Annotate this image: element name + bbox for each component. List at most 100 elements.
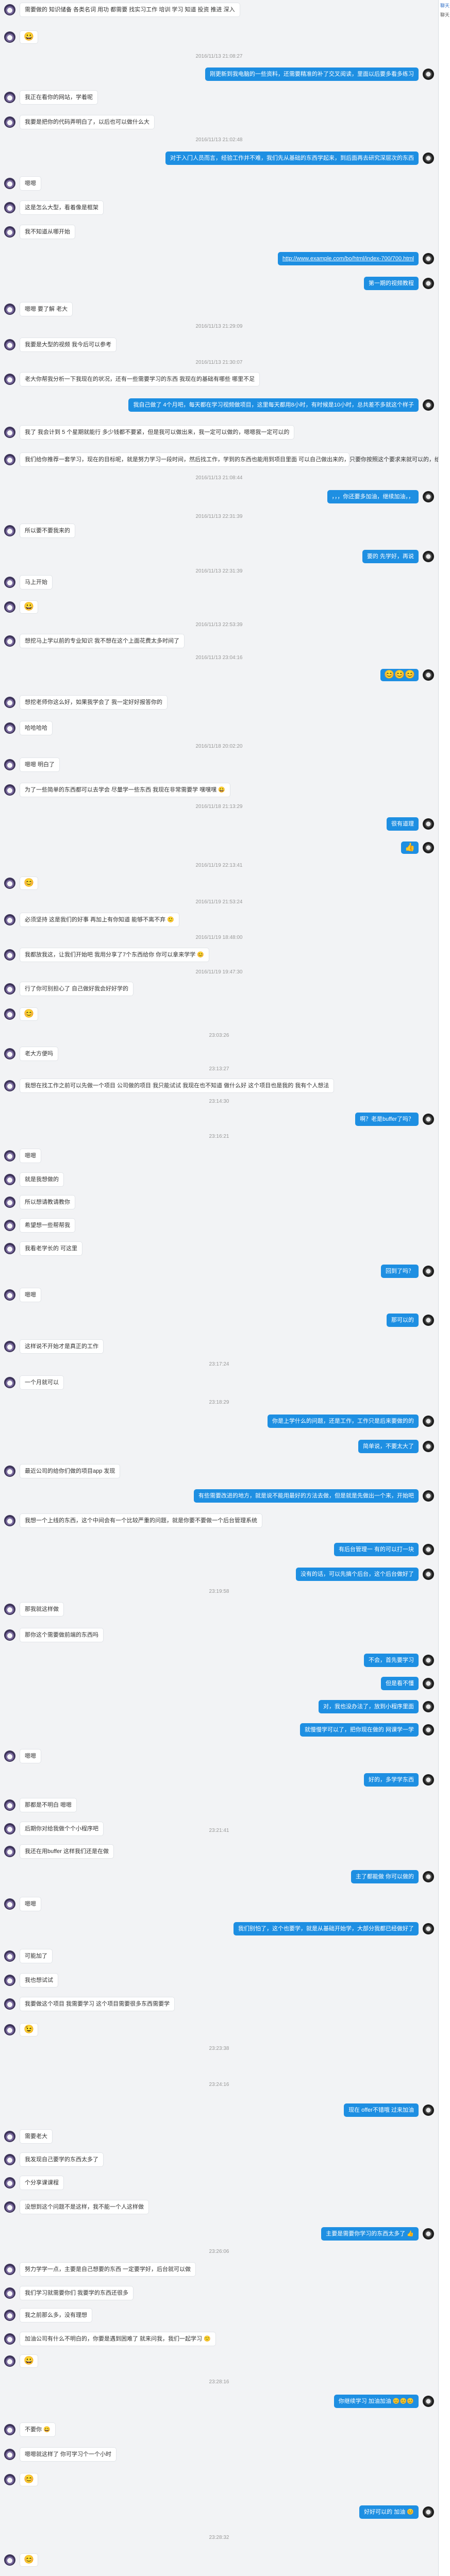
message-bubble[interactable]: 我要是把你的代码弄明白了，以后也可以做什么大 [20, 115, 155, 129]
avatar[interactable] [423, 1114, 434, 1125]
avatar[interactable] [423, 1441, 434, 1452]
emoji-message-bubble[interactable]: 😀 [20, 600, 38, 614]
message-bubble[interactable]: 有后台管理一 有的可以打一块 [334, 1543, 419, 1556]
avatar[interactable] [423, 1544, 434, 1555]
avatar[interactable] [4, 1466, 15, 1477]
avatar[interactable] [423, 153, 434, 164]
message-bubble[interactable]: 你是上学什么的问题，还是工作，工作只是后来要做的的 [268, 1415, 419, 1428]
message-bubble[interactable]: 嗯嗯 明白了 [20, 757, 60, 772]
avatar[interactable] [4, 878, 15, 889]
message-bubble[interactable]: 我还在用buffer 这样我们还是在做 [20, 1844, 114, 1859]
message-bubble[interactable]: 这是怎么大型，看着像是框架 [20, 200, 104, 215]
avatar[interactable] [4, 525, 15, 536]
message-bubble[interactable]: 我都放我这，让我们开始吧 我用分享了7个东西给你 你可以拿来学学 😊 [20, 948, 209, 962]
message-bubble[interactable]: 对于入门人员而言，经验工作并不难，我们先从基础的东西学起来，到后面再去研究深层次… [165, 151, 419, 165]
message-bubble[interactable]: 没有的话，可以先搞个后台，这个后台做好了 [296, 1568, 419, 1581]
avatar[interactable] [4, 784, 15, 796]
message-bubble[interactable]: 不会，首先要学习 [364, 1654, 419, 1667]
emoji-message-bubble[interactable]: 😊😊😊 [380, 669, 419, 681]
message-bubble[interactable]: 哈哈哈哈 [20, 721, 53, 735]
message-bubble[interactable]: 这样说不开始才是真正的工作 [20, 1339, 104, 1354]
message-bubble[interactable]: 嗯嗯 [20, 1149, 41, 1163]
message-bubble[interactable]: 我正在看你的网站，学着呢 [20, 90, 98, 105]
avatar[interactable] [4, 1998, 15, 2010]
message-bubble[interactable]: http://www.example.com/bo/html/index-700… [278, 252, 419, 265]
message-bubble[interactable]: 最近公司的给你们做的项目app 发现 [20, 1464, 121, 1478]
message-bubble[interactable]: 马上开始 [20, 575, 53, 590]
message-bubble[interactable]: 嗯嗯 [20, 176, 41, 191]
avatar[interactable] [423, 669, 434, 681]
sidebar-tab[interactable]: 聊天 [439, 1, 449, 9]
message-bubble[interactable]: 我要做这个项目 我需要学习 这个项目需要很多东西需要学 [20, 1997, 175, 2011]
avatar[interactable] [4, 2333, 15, 2345]
avatar[interactable] [4, 1174, 15, 1185]
message-bubble[interactable]: 主了都能做 你可以做的 [351, 1870, 419, 1883]
avatar[interactable] [4, 1950, 15, 1962]
avatar[interactable] [4, 1515, 15, 1526]
message-bubble[interactable]: 我之前那么多，没有理想 [20, 2308, 92, 2322]
message-bubble[interactable]: 需要做的 知识储备 各类名词 用功 都需要 找实习工作 培训 学习 知道 投资 … [20, 3, 240, 17]
avatar[interactable] [4, 2310, 15, 2321]
avatar[interactable] [4, 304, 15, 315]
message-bubble[interactable]: 嗯嗯 [20, 1288, 41, 1302]
message-bubble[interactable]: 那你这个需要做前端的东西吗 [20, 1628, 104, 1642]
avatar[interactable] [4, 31, 15, 43]
avatar[interactable] [4, 1377, 15, 1388]
message-bubble[interactable]: 需要老大 [20, 2129, 53, 2144]
message-bubble[interactable]: 所以要不要我来的 [20, 524, 75, 538]
avatar[interactable] [4, 577, 15, 588]
avatar[interactable] [4, 983, 15, 995]
avatar[interactable] [423, 253, 434, 264]
message-bubble[interactable]: ，，，你还要多加油，继续加油，， [327, 490, 419, 503]
avatar[interactable] [4, 226, 15, 238]
message-bubble[interactable]: 那可以的 [387, 1314, 419, 1327]
emoji-message-bubble[interactable]: 😊 [20, 2553, 38, 2567]
message-bubble[interactable]: 老大你帮我分析一下我现在的状况，还有一些需要学习的东西 我现在的基础有哪些 哪里… [20, 372, 260, 386]
message-bubble[interactable]: 好的，多学学东西 [364, 1773, 419, 1787]
avatar[interactable] [423, 1569, 434, 1580]
avatar[interactable] [423, 1774, 434, 1786]
message-bubble[interactable]: 一个月就可以 [20, 1375, 64, 1390]
emoji-message-bubble[interactable]: 😊 [20, 2473, 38, 2486]
avatar[interactable] [423, 2104, 434, 2116]
avatar[interactable] [4, 635, 15, 647]
message-bubble[interactable]: 对，我也没办法了，放到小程序里面 [319, 1700, 419, 1713]
message-bubble[interactable]: 我了 我会计到 5 个星期就能行 多少钱都不要紧，但是我可以做出来，我一定可以做… [20, 425, 295, 440]
avatar[interactable] [4, 2177, 15, 2188]
avatar[interactable] [4, 92, 15, 103]
message-bubble[interactable]: 为了一些简单的东西都可以去学会 尽量学一些东西 我现在非常需要学 嘿嘿嘿 😀 [20, 783, 230, 797]
avatar[interactable] [423, 491, 434, 502]
avatar[interactable] [423, 2506, 434, 2518]
sidebar-tab[interactable]: 聊天 [439, 10, 449, 19]
avatar[interactable] [4, 116, 15, 128]
avatar[interactable] [423, 818, 434, 830]
avatar[interactable] [4, 2474, 15, 2485]
avatar[interactable] [4, 949, 15, 961]
message-bubble[interactable]: 嗯嗯 [20, 1749, 41, 1763]
emoji-message-bubble[interactable]: 😀 [20, 30, 38, 44]
message-bubble[interactable]: 刚更新到我电脑的一些资料，还需要精准的补了交叉阅读，里面以后要多看多练习 [205, 68, 419, 81]
emoji-message-bubble[interactable]: 😊 [20, 1007, 38, 1021]
message-bubble[interactable]: 主要是需要你学习的东西太多了 👍 [321, 2227, 419, 2241]
message-bubble[interactable]: 嗯嗯 [20, 1897, 41, 1911]
message-bubble[interactable]: 我想一个上线的东西，这个中间会有一个比较严重的问题，就是你要不要做一个后台管理系… [20, 1513, 262, 1528]
message-bubble[interactable]: 嗯嗯 要了解 老大 [20, 302, 73, 316]
avatar[interactable] [4, 697, 15, 708]
message-bubble[interactable]: 想挖老师你这么好，如果我学会了 我一定好好报答你的 [20, 695, 168, 710]
avatar[interactable] [423, 1678, 434, 1689]
avatar[interactable] [4, 2131, 15, 2142]
message-bubble[interactable]: 回到了吗？ [381, 1265, 419, 1278]
avatar[interactable] [4, 4, 15, 15]
message-bubble[interactable]: 我要是大型的视频 我今后可以参考 [20, 338, 117, 352]
avatar[interactable] [4, 374, 15, 385]
message-bubble[interactable]: 不要你 😀 [20, 2422, 56, 2437]
emoji-message-bubble[interactable]: 😀 [20, 2354, 38, 2368]
avatar[interactable] [423, 1266, 434, 1277]
avatar[interactable] [4, 2154, 15, 2165]
avatar[interactable] [4, 2449, 15, 2460]
avatar[interactable] [423, 1871, 434, 1882]
avatar[interactable] [423, 1416, 434, 1427]
avatar[interactable] [4, 1080, 15, 1091]
avatar[interactable] [423, 1490, 434, 1502]
message-bubble[interactable]: 想挖马上学以前的专业知识 我不想在这个上面花费太多时间了 [20, 634, 185, 648]
